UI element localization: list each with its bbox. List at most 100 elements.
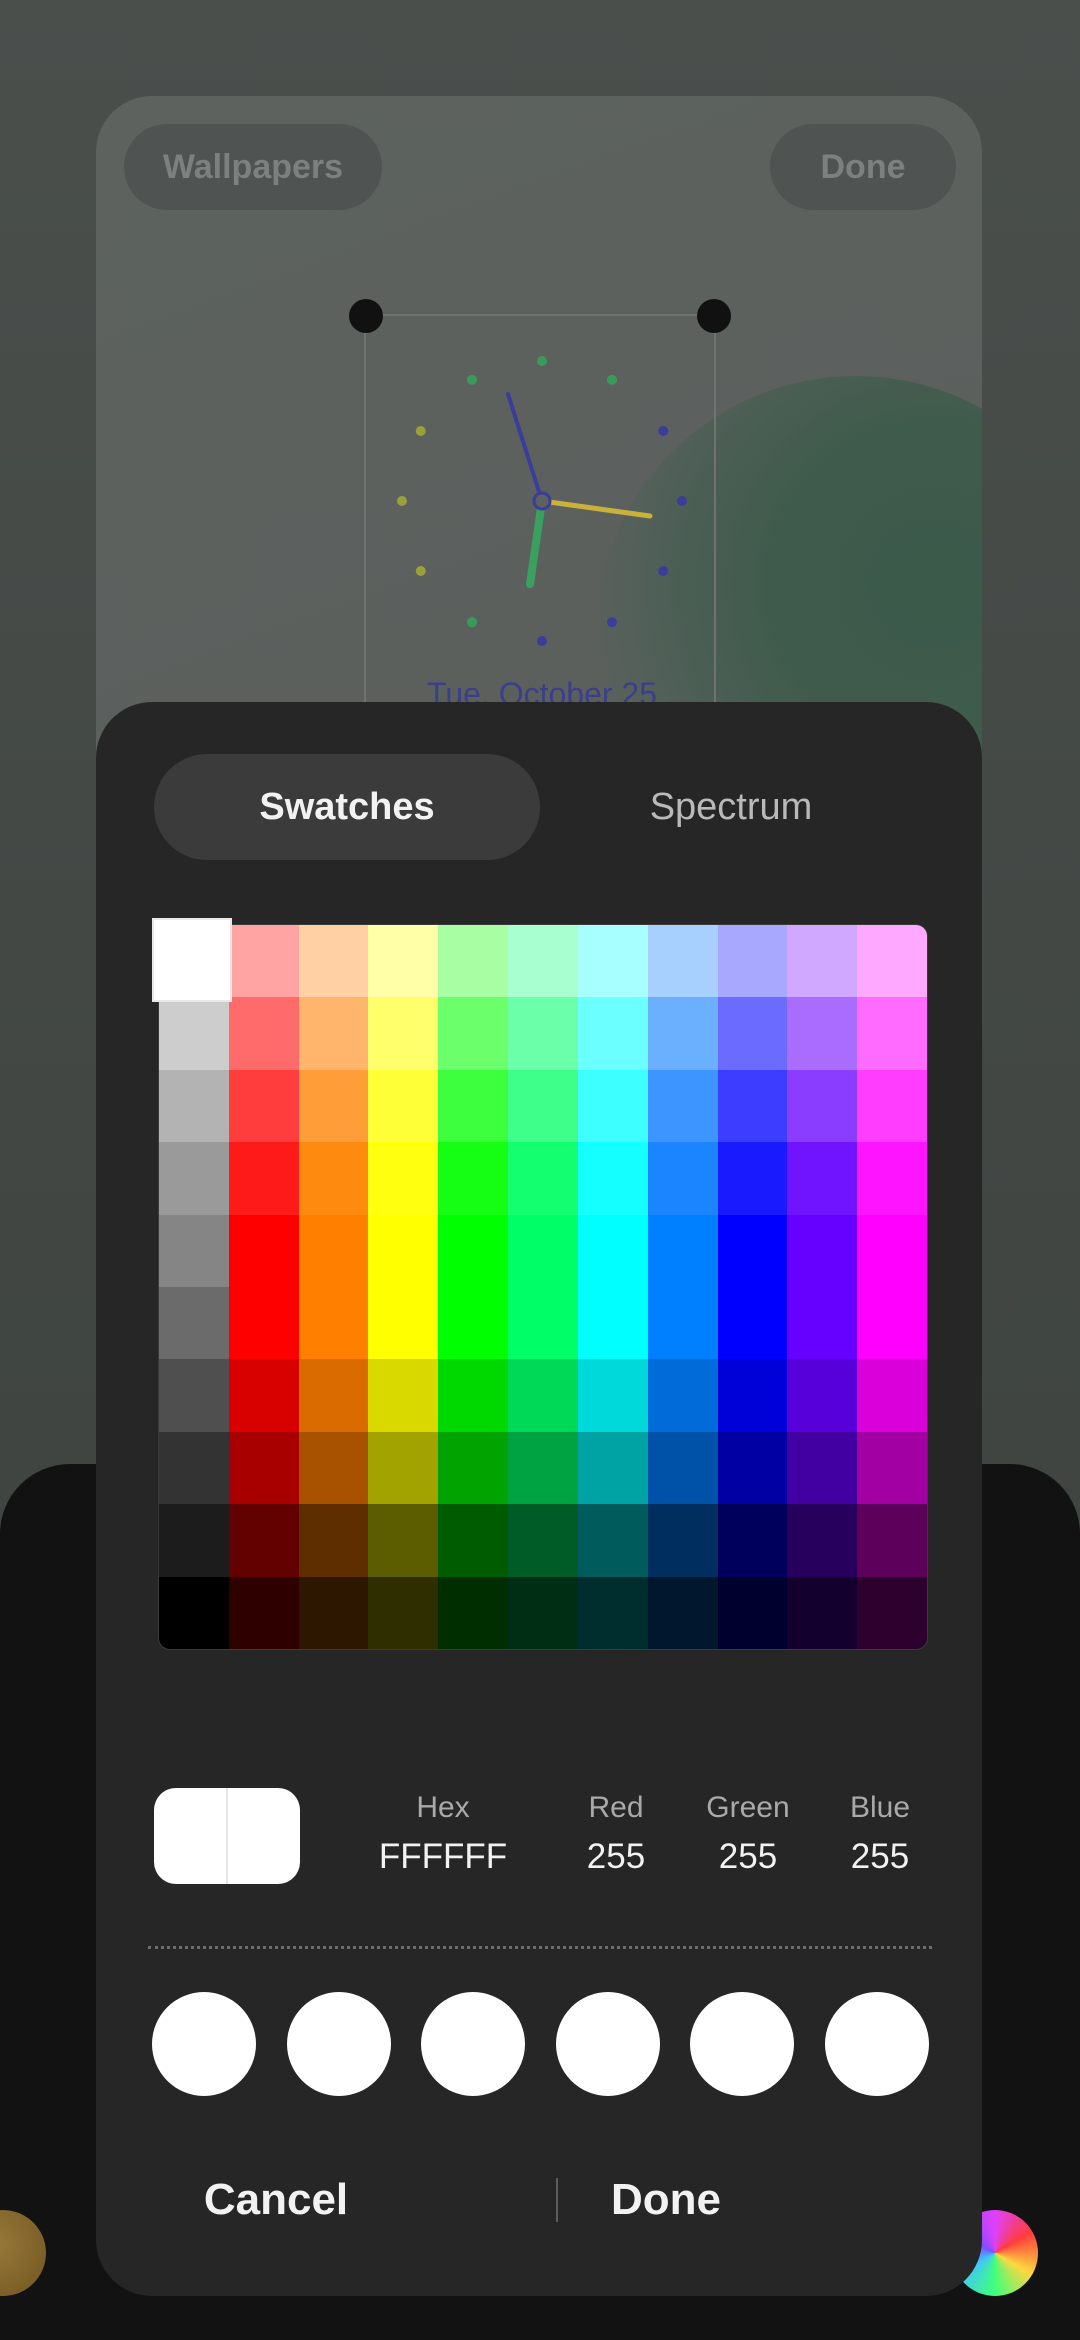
swatch-cell[interactable] xyxy=(298,1142,369,1215)
swatch-cell[interactable] xyxy=(368,1287,439,1360)
green-field[interactable]: Green 255 xyxy=(688,1788,808,1884)
swatch-cell[interactable] xyxy=(159,1214,229,1287)
swatch-cell[interactable] xyxy=(298,1431,369,1505)
editor-done-button[interactable]: Done xyxy=(770,124,956,210)
swatch-cell[interactable] xyxy=(508,1431,578,1505)
swatch-cell[interactable] xyxy=(857,925,927,998)
swatch-cell[interactable] xyxy=(577,1214,648,1287)
swatch-cell[interactable] xyxy=(438,1431,509,1505)
swatch-cell[interactable] xyxy=(228,997,299,1070)
swatch-cell[interactable] xyxy=(228,925,299,998)
swatch-cell[interactable] xyxy=(438,1504,509,1577)
swatch-cell[interactable] xyxy=(717,997,788,1070)
tab-spectrum[interactable]: Spectrum xyxy=(538,754,924,860)
swatch-cell[interactable] xyxy=(159,1504,229,1577)
swatch-cell[interactable] xyxy=(647,997,718,1070)
swatch-cell[interactable] xyxy=(298,1214,369,1287)
swatch-cell[interactable] xyxy=(159,1576,229,1649)
swatch-cell[interactable] xyxy=(438,1359,509,1432)
swatch-cell[interactable] xyxy=(717,1142,788,1215)
swatch-cell[interactable] xyxy=(228,1214,299,1287)
swatch-cell[interactable] xyxy=(857,1504,927,1577)
swatch-cell[interactable] xyxy=(787,1359,858,1432)
swatch-cell[interactable] xyxy=(577,1142,648,1215)
swatch-cell[interactable] xyxy=(438,1214,509,1287)
tab-swatches[interactable]: Swatches xyxy=(154,754,540,860)
swatch-cell[interactable] xyxy=(438,1576,509,1649)
swatch-cell[interactable] xyxy=(228,1576,299,1649)
selected-swatch[interactable] xyxy=(154,920,230,1000)
swatch-cell[interactable] xyxy=(298,1069,369,1143)
swatch-cell[interactable] xyxy=(647,1431,718,1505)
swatch-cell[interactable] xyxy=(368,1359,439,1432)
swatch-cell[interactable] xyxy=(787,1576,858,1649)
swatch-cell[interactable] xyxy=(717,1214,788,1287)
swatch-cell[interactable] xyxy=(857,1287,927,1360)
swatch-cell[interactable] xyxy=(717,1069,788,1143)
swatch-cell[interactable] xyxy=(298,1576,369,1649)
swatch-cell[interactable] xyxy=(647,1069,718,1143)
hex-field[interactable]: Hex FFFFFF xyxy=(358,1788,528,1884)
swatch-cell[interactable] xyxy=(647,1142,718,1215)
swatch-cell[interactable] xyxy=(717,925,788,998)
swatch-cell[interactable] xyxy=(647,1287,718,1360)
swatch-cell[interactable] xyxy=(368,1142,439,1215)
done-button[interactable]: Done xyxy=(482,2152,982,2248)
swatch-cell[interactable] xyxy=(368,925,439,998)
swatch-cell[interactable] xyxy=(647,1359,718,1432)
swatch-cell[interactable] xyxy=(298,1504,369,1577)
swatch-cell[interactable] xyxy=(787,1504,858,1577)
swatch-cell[interactable] xyxy=(368,997,439,1070)
swatch-cell[interactable] xyxy=(857,1359,927,1432)
swatch-cell[interactable] xyxy=(787,1431,858,1505)
swatch-cell[interactable] xyxy=(228,1431,299,1505)
swatch-cell[interactable] xyxy=(228,1069,299,1143)
swatch-cell[interactable] xyxy=(368,1214,439,1287)
swatch-cell[interactable] xyxy=(508,925,578,998)
swatch-cell[interactable] xyxy=(857,1431,927,1505)
swatch-cell[interactable] xyxy=(438,1287,509,1360)
swatch-cell[interactable] xyxy=(159,1359,229,1432)
swatch-cell[interactable] xyxy=(787,925,858,998)
swatch-cell[interactable] xyxy=(857,1142,927,1215)
swatch-cell[interactable] xyxy=(228,1142,299,1215)
swatch-cell[interactable] xyxy=(647,925,718,998)
swatch-cell[interactable] xyxy=(717,1504,788,1577)
swatch-cell[interactable] xyxy=(577,1359,648,1432)
swatch-cell[interactable] xyxy=(857,1214,927,1287)
swatch-cell[interactable] xyxy=(368,1576,439,1649)
swatch-cell[interactable] xyxy=(508,997,578,1070)
clock-widget-frame[interactable]: Tue, October 25 xyxy=(349,299,731,734)
swatch-cell[interactable] xyxy=(787,1287,858,1360)
swatch-cell[interactable] xyxy=(508,1576,578,1649)
swatch-cell[interactable] xyxy=(228,1359,299,1432)
swatch-cell[interactable] xyxy=(508,1214,578,1287)
swatch-cell[interactable] xyxy=(508,1287,578,1360)
swatch-cell[interactable] xyxy=(577,997,648,1070)
swatch-cell[interactable] xyxy=(787,1069,858,1143)
swatch-cell[interactable] xyxy=(857,1576,927,1649)
swatch-cell[interactable] xyxy=(368,1504,439,1577)
recent-color-swatch[interactable] xyxy=(152,1992,256,2096)
swatch-cell[interactable] xyxy=(787,1214,858,1287)
swatch-cell[interactable] xyxy=(787,997,858,1070)
hex-value[interactable]: FFFFFF xyxy=(358,1828,528,1884)
red-value[interactable]: 255 xyxy=(556,1828,676,1884)
swatch-cell[interactable] xyxy=(159,997,229,1070)
recent-color-swatch[interactable] xyxy=(555,1992,660,2096)
swatch-cell[interactable] xyxy=(298,1287,369,1360)
swatch-grid[interactable] xyxy=(158,924,928,1650)
green-value[interactable]: 255 xyxy=(688,1828,808,1884)
swatch-cell[interactable] xyxy=(717,1431,788,1505)
swatch-cell[interactable] xyxy=(368,1069,439,1143)
swatch-cell[interactable] xyxy=(298,997,369,1070)
swatch-cell[interactable] xyxy=(438,925,509,998)
swatch-cell[interactable] xyxy=(368,1431,439,1505)
swatch-cell[interactable] xyxy=(508,1359,578,1432)
recent-color-swatch[interactable] xyxy=(825,1992,929,2096)
blue-value[interactable]: 255 xyxy=(820,1828,940,1884)
swatch-cell[interactable] xyxy=(438,1069,509,1143)
swatch-cell[interactable] xyxy=(577,1287,648,1360)
swatch-cell[interactable] xyxy=(159,1069,229,1143)
swatch-cell[interactable] xyxy=(438,1142,509,1215)
